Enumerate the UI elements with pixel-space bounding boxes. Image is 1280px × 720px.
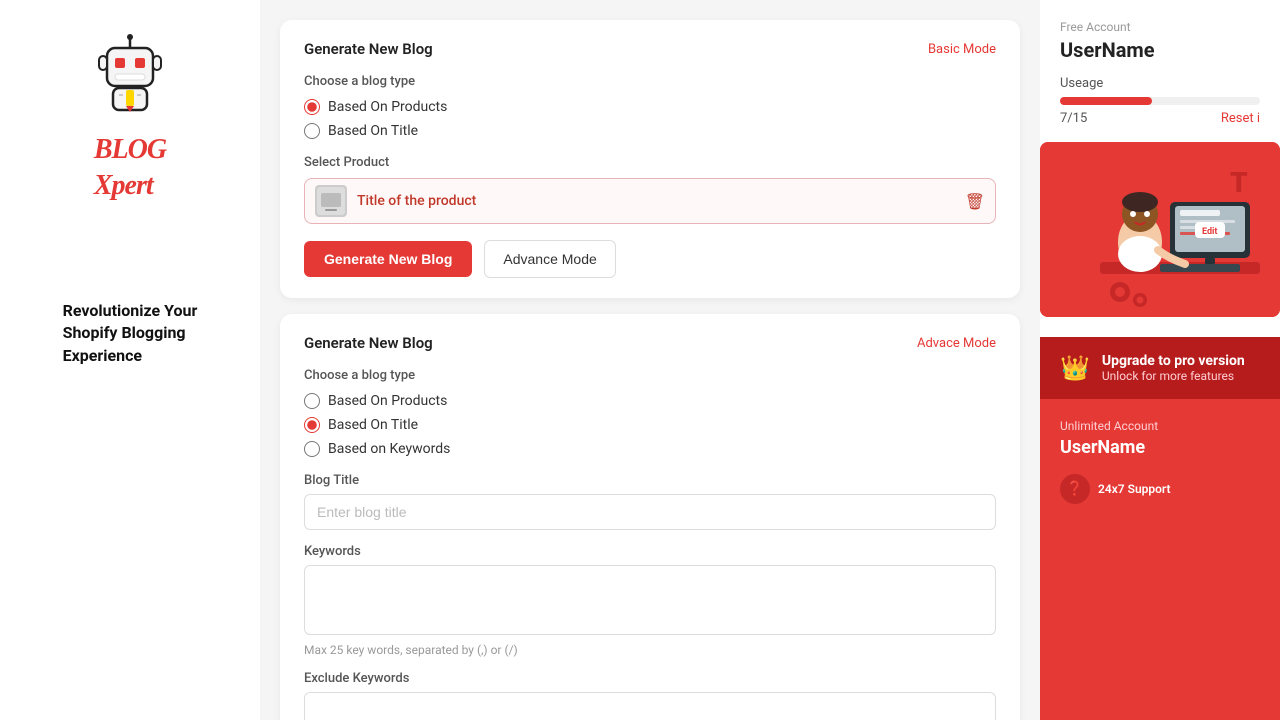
username-display: UserName: [1060, 38, 1260, 62]
logo-text-blog: BLOG: [94, 134, 166, 165]
progress-bar-fill: [1060, 97, 1152, 105]
radio-products-label: Based On Products: [328, 99, 447, 115]
radio2-products-input[interactable]: [304, 393, 320, 409]
exclude-keywords-textarea[interactable]: [304, 692, 996, 720]
unlimited-account-label: Unlimited Account: [1060, 419, 1260, 433]
radio2-keywords-input[interactable]: [304, 441, 320, 457]
keywords-hint: Max 25 key words, separated by (,) or (/…: [304, 643, 996, 657]
upgrade-subtitle: Unlock for more features: [1102, 369, 1260, 383]
unlimited-card: Unlimited Account UserName ❓ 24x7 Suppor…: [1040, 399, 1280, 720]
usage-label: Useage: [1060, 76, 1260, 91]
unlimited-username: UserName: [1060, 437, 1260, 458]
product-thumb-icon: [317, 187, 345, 215]
illustration-area: Edit T: [1040, 142, 1280, 317]
keywords-textarea[interactable]: [304, 565, 996, 635]
radio-based-on-products[interactable]: Based On Products: [304, 99, 996, 115]
card1-radio-group: Based On Products Based On Title: [304, 99, 996, 139]
card1-header: Generate New Blog Basic Mode: [304, 40, 996, 58]
card1-blog-type-label: Choose a blog type: [304, 74, 996, 89]
exclude-keywords-label: Exclude Keywords: [304, 671, 996, 686]
support-label: 24x7 Support: [1098, 482, 1171, 496]
blog-title-input[interactable]: [304, 494, 996, 530]
select-product-label: Select Product: [304, 155, 996, 170]
right-panel: Free Account UserName Useage 7/15 Reset …: [1040, 0, 1280, 720]
advance-mode-link[interactable]: Advace Mode: [917, 336, 996, 351]
basic-mode-link[interactable]: Basic Mode: [928, 42, 996, 57]
support-icon-glyph: ❓: [1066, 481, 1083, 497]
card2-radio-group: Based On Products Based On Title Based o…: [304, 393, 996, 457]
card2-title: Generate New Blog: [304, 334, 433, 352]
product-title-text: Title of the product: [357, 193, 957, 209]
sidebar-tagline: Revolutionize Your Shopify Blogging Expe…: [63, 300, 198, 367]
upgrade-banner[interactable]: 👑 Upgrade to pro version Unlock for more…: [1040, 337, 1280, 399]
svg-text:T: T: [1230, 166, 1248, 199]
logo-text: BLOG Xpert: [94, 128, 166, 200]
usage-count: 7/15: [1060, 111, 1087, 126]
radio2-title-label: Based On Title: [328, 417, 418, 433]
support-icon: ❓: [1060, 474, 1090, 504]
radio2-keywords-label: Based on Keywords: [328, 441, 450, 457]
card1-actions: Generate New Blog Advance Mode: [304, 240, 996, 278]
svg-text:Edit: Edit: [1202, 227, 1217, 237]
main-content: Generate New Blog Basic Mode Choose a bl…: [260, 0, 1040, 720]
radio-based-on-title[interactable]: Based On Title: [304, 123, 996, 139]
logo-text-xpert: Xpert: [94, 170, 153, 201]
radio2-title-input[interactable]: [304, 417, 320, 433]
sidebar: BLOG Xpert Revolutionize Your Shopify Bl…: [0, 0, 260, 720]
product-thumbnail: [315, 185, 347, 217]
card-generate-advance: Generate New Blog Advace Mode Choose a b…: [280, 314, 1020, 720]
generate-blog-button[interactable]: Generate New Blog: [304, 241, 472, 277]
logo-container: BLOG Xpert: [85, 30, 175, 200]
radio-title-label: Based On Title: [328, 123, 418, 139]
blog-title-label: Blog Title: [304, 473, 996, 488]
radio2-based-on-title[interactable]: Based On Title: [304, 417, 996, 433]
radio-title-input[interactable]: [304, 123, 320, 139]
radio-products-input[interactable]: [304, 99, 320, 115]
product-input-row: Title of the product 🗑: [304, 178, 996, 224]
card1-title: Generate New Blog: [304, 40, 433, 58]
illustration-svg: Edit T: [1040, 142, 1280, 317]
card2-blog-type-label: Choose a blog type: [304, 368, 996, 383]
reset-link[interactable]: Reset i: [1221, 111, 1260, 126]
radio2-based-on-keywords[interactable]: Based on Keywords: [304, 441, 996, 457]
radio2-products-label: Based On Products: [328, 393, 447, 409]
panel-top: Free Account UserName Useage 7/15 Reset …: [1040, 0, 1280, 337]
card2-header: Generate New Blog Advace Mode: [304, 334, 996, 352]
advance-mode-button[interactable]: Advance Mode: [484, 240, 615, 278]
crown-icon: 👑: [1060, 354, 1090, 382]
free-account-label: Free Account: [1060, 20, 1260, 34]
radio2-based-on-products[interactable]: Based On Products: [304, 393, 996, 409]
card-generate-basic: Generate New Blog Basic Mode Choose a bl…: [280, 20, 1020, 298]
progress-bar-bg: [1060, 97, 1260, 105]
keywords-label: Keywords: [304, 544, 996, 559]
upgrade-text-block: Upgrade to pro version Unlock for more f…: [1102, 353, 1260, 383]
logo-robot-icon: [85, 30, 175, 120]
usage-row: 7/15 Reset i: [1060, 111, 1260, 126]
delete-product-icon[interactable]: 🗑: [965, 192, 985, 211]
support-row: ❓ 24x7 Support: [1060, 474, 1260, 504]
upgrade-title: Upgrade to pro version: [1102, 353, 1260, 369]
